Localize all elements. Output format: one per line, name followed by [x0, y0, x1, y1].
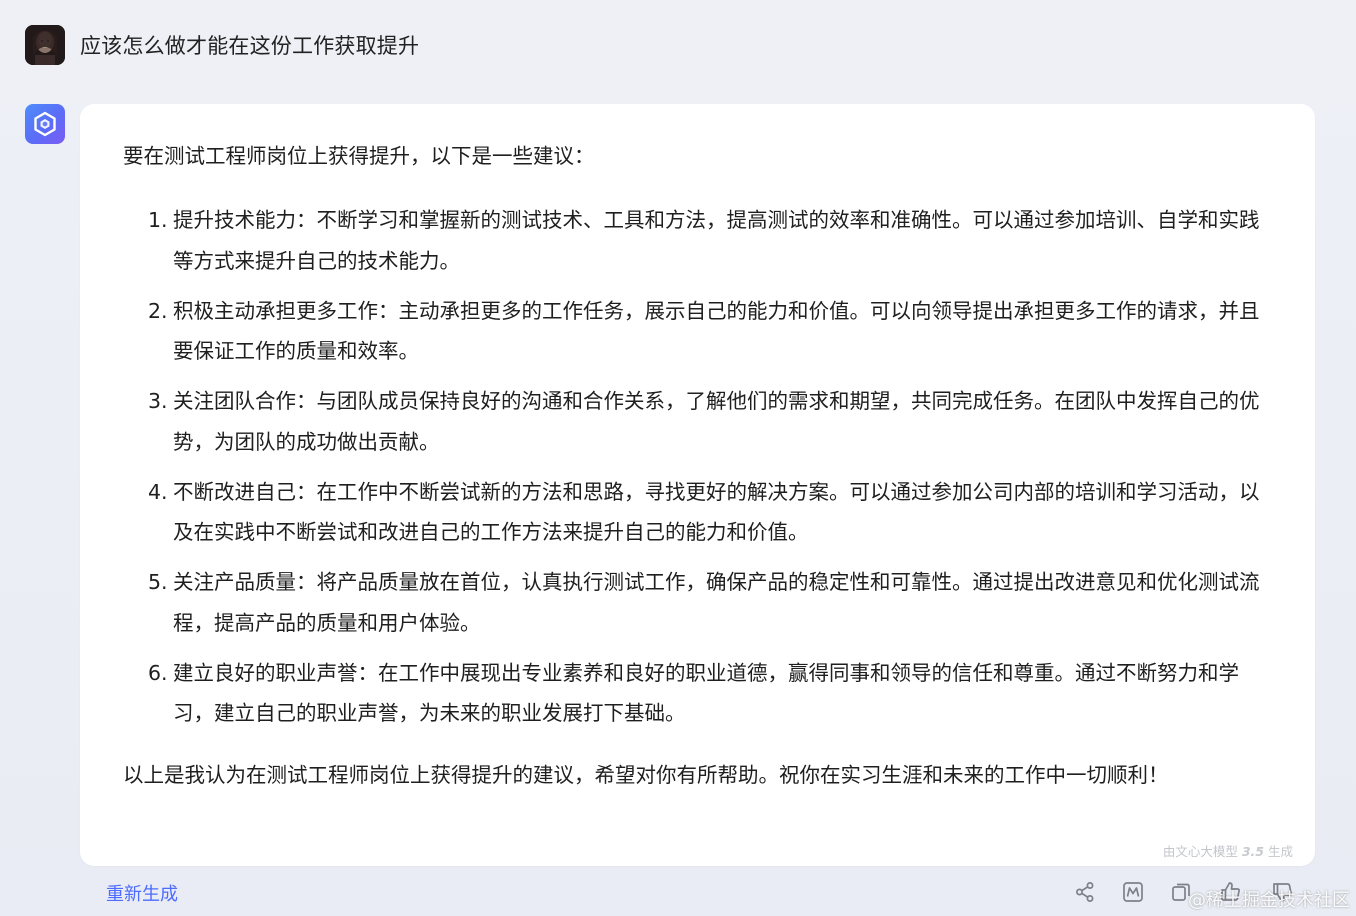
list-item-number: 6. [148, 660, 168, 685]
list-item: 6. 建立良好的职业声誉：在工作中展现出专业素养和良好的职业道德，赢得同事和领导… [148, 653, 1268, 734]
mindmap-button[interactable] [1119, 878, 1147, 906]
list-item-text: 建立良好的职业声誉：在工作中展现出专业素养和良好的职业道德，赢得同事和领导的信任… [173, 660, 1239, 726]
answer-intro: 要在测试工程师岗位上获得提升，以下是一些建议： [123, 144, 595, 168]
list-item-number: 2. [148, 298, 168, 323]
ernie-bot-logo-icon [34, 111, 56, 137]
model-attribution-suffix: 生成 [1267, 844, 1293, 859]
list-item: 4. 不断改进自己：在工作中不断尝试新的方法和思路，寻找更好的解决方案。可以通过… [148, 472, 1268, 553]
user-avatar-photo [25, 25, 65, 65]
list-item-text: 提升技术能力：不断学习和掌握新的测试技术、工具和方法，提高测试的效率和准确性。可… [173, 208, 1260, 273]
list-item-number: 5. [148, 570, 168, 594]
model-attribution: 由文心大模型 3.5 生成 [1163, 841, 1293, 860]
mindmap-icon [1123, 882, 1143, 902]
list-item-text: 积极主动承担更多工作：主动承担更多的工作任务，展示自己的能力和价值。可以向领导提… [173, 298, 1260, 364]
user-question-text: 应该怎么做才能在这份工作获取提升 [80, 34, 420, 58]
list-item-text: 关注团队合作：与团队成员保持良好的沟通和合作关系，了解他们的需求和期望，共同完成… [173, 389, 1260, 454]
list-item-number: 1. [148, 208, 168, 232]
list-item: 5. 关注产品质量：将产品质量放在首位，认真执行测试工作，确保产品的稳定性和可靠… [148, 562, 1268, 643]
list-item-text: 关注产品质量：将产品质量放在首位，认真执行测试工作，确保产品的稳定性和可靠性。通… [173, 570, 1260, 635]
answer-list: 1. 提升技术能力：不断学习和掌握新的测试技术、工具和方法，提高测试的效率和准确… [148, 200, 1268, 743]
model-attribution-version: 3.5 [1241, 844, 1264, 859]
answer-outro: 以上是我认为在测试工程师岗位上获得提升的建议，希望对你有所帮助。祝你在实习生涯和… [123, 763, 1169, 787]
list-item: 3. 关注团队合作：与团队成员保持良好的沟通和合作关系，了解他们的需求和期望，共… [148, 381, 1268, 462]
list-item-number: 4. [148, 479, 168, 504]
bot-avatar [25, 104, 65, 144]
list-item: 1. 提升技术能力：不断学习和掌握新的测试技术、工具和方法，提高测试的效率和准确… [148, 200, 1268, 281]
user-avatar[interactable] [25, 25, 65, 65]
regenerate-button[interactable]: 重新生成 [106, 880, 178, 906]
answer-card: 要在测试工程师岗位上获得提升，以下是一些建议： 1. 提升技术能力：不断学习和掌… [80, 104, 1315, 866]
list-item-text: 不断改进自己：在工作中不断尝试新的方法和思路，寻找更好的解决方案。可以通过参加公… [173, 479, 1260, 545]
model-attribution-prefix: 由文心大模型 [1162, 844, 1238, 859]
share-button[interactable] [1071, 878, 1099, 906]
user-message: 应该怎么做才能在这份工作获取提升 [25, 25, 419, 65]
watermark: @稀土掘金技术社区 [1188, 890, 1350, 911]
share-icon [1076, 882, 1094, 902]
list-item: 2. 积极主动承担更多工作：主动承担更多的工作任务，展示自己的能力和价值。可以向… [148, 291, 1268, 372]
list-item-number: 3. [148, 389, 168, 413]
